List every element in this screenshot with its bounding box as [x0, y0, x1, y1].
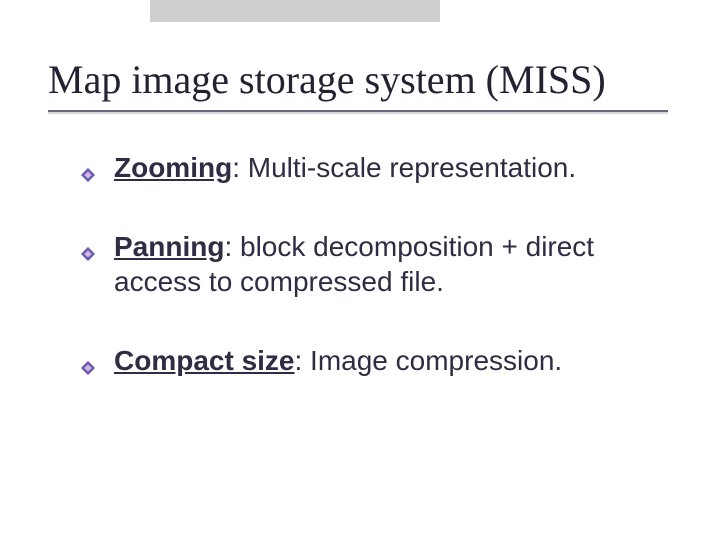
title-underline: [48, 110, 668, 112]
diamond-bullet-icon: [80, 349, 96, 365]
diamond-bullet-icon: [80, 235, 96, 251]
list-item: Compact size: Image compression.: [80, 343, 660, 378]
item-text: : Image compression.: [295, 345, 563, 376]
slide-body: Zooming: Multi-scale representation. Pan…: [80, 150, 660, 422]
item-label: Panning: [114, 231, 224, 262]
item-label: Zooming: [114, 152, 232, 183]
top-shadow-strip: [150, 0, 440, 22]
list-item: Zooming: Multi-scale representation.: [80, 150, 660, 185]
diamond-bullet-icon: [80, 156, 96, 172]
item-label: Compact size: [114, 345, 295, 376]
item-text: : Multi-scale representation.: [232, 152, 576, 183]
slide: Map image storage system (MISS) Zooming:…: [0, 0, 720, 540]
list-item: Panning: block decomposition + direct ac…: [80, 229, 660, 299]
slide-title: Map image storage system (MISS): [48, 58, 680, 102]
